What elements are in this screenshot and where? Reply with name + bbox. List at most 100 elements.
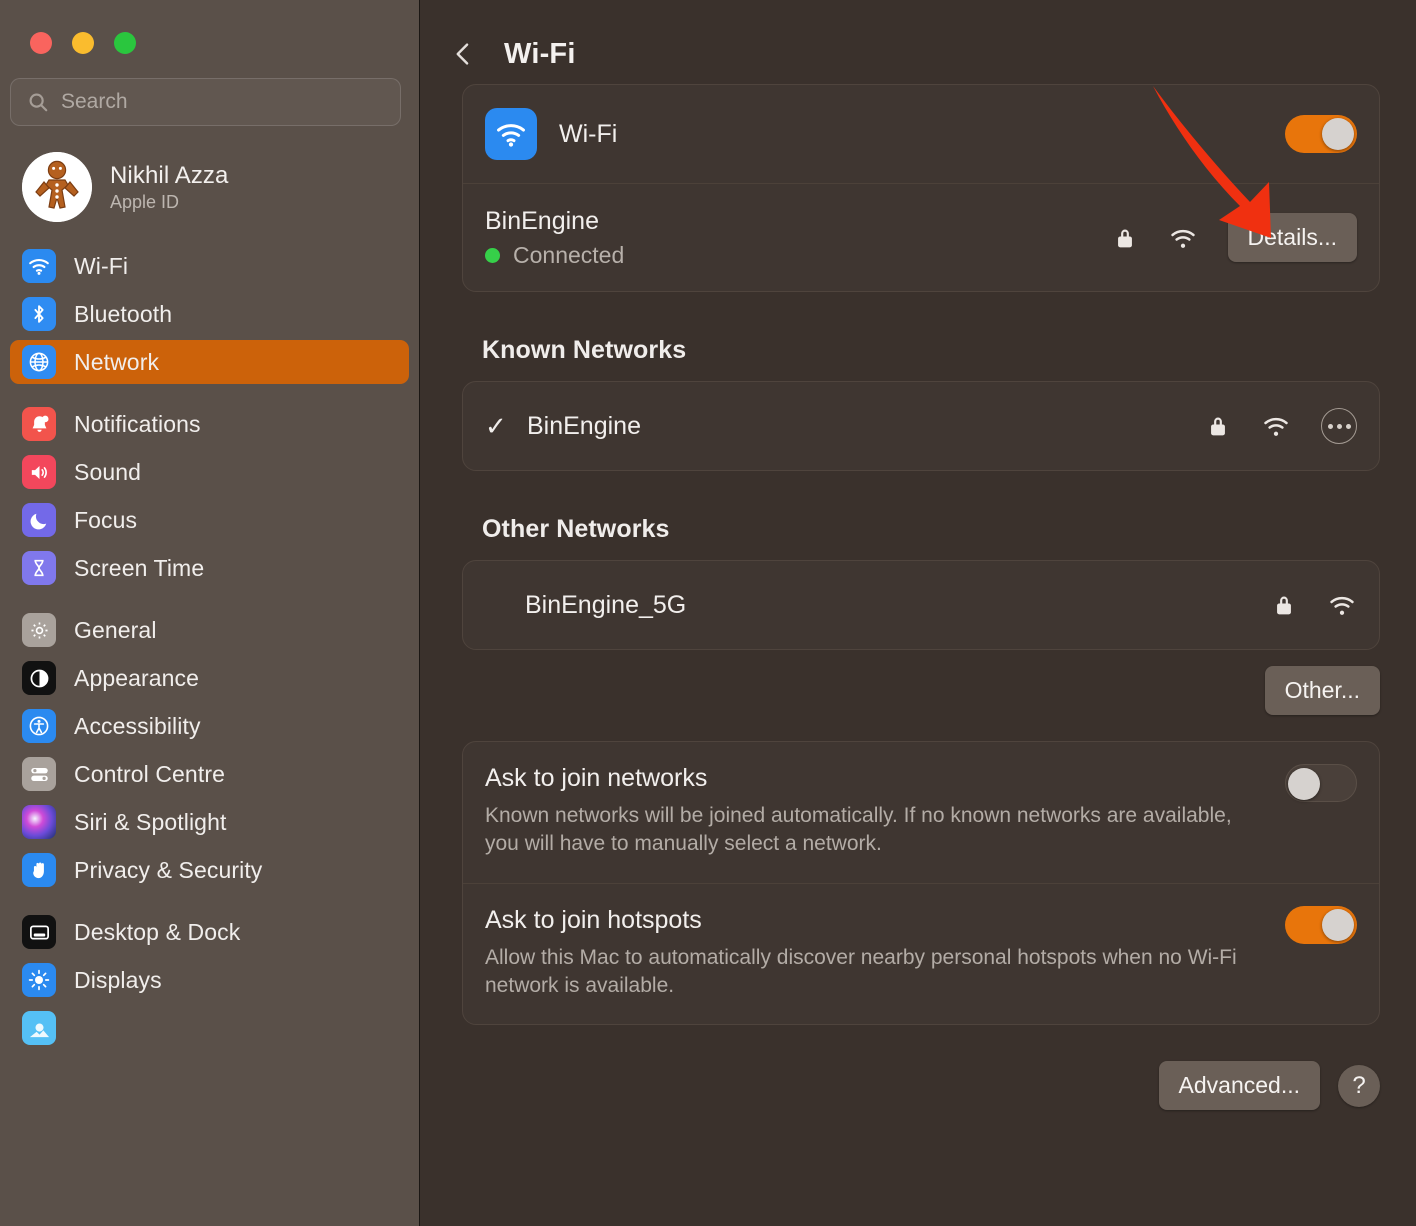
window-traffic-lights [0, 0, 419, 54]
preference-title: Ask to join networks [485, 764, 1257, 793]
sidebar-item-appearance[interactable]: Appearance [10, 656, 409, 700]
sidebar-item-siri-spotlight[interactable]: Siri & Spotlight [10, 800, 409, 844]
preferences-card: Ask to join networks Known networks will… [462, 741, 1380, 1025]
sidebar: Search [0, 0, 420, 1226]
sidebar-item-label: Appearance [74, 665, 199, 692]
sidebar-item-label: Focus [74, 507, 137, 534]
siri-icon [22, 805, 56, 839]
ask-to-join-hotspots-row: Ask to join hotspots Allow this Mac to a… [463, 883, 1379, 1025]
brightness-icon [22, 963, 56, 997]
connection-status: Connected [485, 242, 624, 269]
sidebar-group-system: Notifications Sound [10, 402, 409, 590]
lock-icon [1205, 413, 1231, 439]
main-header: Wi-Fi [420, 0, 1416, 84]
wallpaper-icon [22, 1011, 56, 1045]
gear-icon [22, 613, 56, 647]
sidebar-item-label: Screen Time [74, 555, 204, 582]
table-row[interactable]: BinEngine_5G [463, 561, 1379, 649]
sidebar-item-control-centre[interactable]: Control Centre [10, 752, 409, 796]
other-button[interactable]: Other... [1265, 666, 1380, 715]
wifi-label: Wi-Fi [559, 120, 617, 149]
avatar [22, 152, 92, 222]
desktop-dock-icon [22, 915, 56, 949]
sidebar-item-bluetooth[interactable]: Bluetooth [10, 292, 409, 336]
details-button[interactable]: Details... [1228, 213, 1357, 262]
main-content: Wi-Fi BinEngine Connected [420, 84, 1416, 1110]
sidebar-item-sound[interactable]: Sound [10, 450, 409, 494]
sidebar-item-network[interactable]: Network [10, 340, 409, 384]
sidebar-item-screen-time[interactable]: Screen Time [10, 546, 409, 590]
sidebar-item-label: Accessibility [74, 713, 201, 740]
lock-icon [1112, 225, 1138, 251]
footer-buttons: Advanced... ? [462, 1061, 1380, 1110]
sidebar-item-label: Bluetooth [74, 301, 172, 328]
search-input[interactable]: Search [10, 78, 401, 126]
account-subtitle: Apple ID [110, 192, 228, 213]
zoom-button[interactable] [114, 32, 136, 54]
minimize-button[interactable] [72, 32, 94, 54]
sidebar-item-displays[interactable]: Displays [10, 958, 409, 1002]
other-networks-heading: Other Networks [482, 515, 1380, 544]
advanced-button[interactable]: Advanced... [1159, 1061, 1320, 1110]
sidebar-group-preferences: General Appearance [10, 608, 409, 892]
page-title: Wi-Fi [504, 38, 576, 71]
close-button[interactable] [30, 32, 52, 54]
known-network-name: BinEngine [527, 412, 641, 441]
control-centre-icon [22, 757, 56, 791]
sidebar-item-label: Notifications [74, 411, 201, 438]
sidebar-item-label: Wi-Fi [74, 253, 128, 280]
sidebar-item-privacy-security[interactable]: Privacy & Security [10, 848, 409, 892]
hourglass-icon [22, 551, 56, 585]
sidebar-item-label: Siri & Spotlight [74, 809, 226, 836]
search-container: Search [0, 54, 419, 126]
status-dot [485, 248, 500, 263]
sidebar-item-label: Network [74, 349, 159, 376]
sidebar-item-general[interactable]: General [10, 608, 409, 652]
ask-to-join-hotspots-toggle[interactable] [1285, 906, 1357, 944]
known-networks-card: ✓ BinEngine [462, 381, 1380, 471]
preference-description: Known networks will be joined automatica… [485, 802, 1245, 859]
other-button-container: Other... [462, 666, 1380, 715]
moon-icon [22, 503, 56, 537]
known-networks-heading: Known Networks [482, 336, 1380, 365]
connected-network-name: BinEngine [485, 207, 624, 236]
sidebar-nav: Wi-Fi Bluetooth [0, 244, 419, 1050]
wifi-signal-icon [1327, 590, 1357, 620]
hand-icon [22, 853, 56, 887]
help-button[interactable]: ? [1338, 1065, 1380, 1107]
sidebar-group-connectivity: Wi-Fi Bluetooth [10, 244, 409, 384]
sidebar-item-label: General [74, 617, 157, 644]
status-label: Connected [513, 242, 624, 269]
back-button[interactable] [448, 37, 478, 71]
connected-network-actions: Details... [1112, 213, 1357, 262]
sidebar-item-wifi[interactable]: Wi-Fi [10, 244, 409, 288]
sidebar-item-accessibility[interactable]: Accessibility [10, 704, 409, 748]
known-network-actions [1205, 408, 1357, 444]
other-network-actions [1271, 590, 1357, 620]
wifi-signal-icon [1261, 411, 1291, 441]
preference-description: Allow this Mac to automatically discover… [485, 944, 1245, 1001]
ask-to-join-networks-row: Ask to join networks Known networks will… [463, 742, 1379, 883]
sidebar-item-label: Control Centre [74, 761, 225, 788]
sidebar-item-desktop-dock[interactable]: Desktop & Dock [10, 910, 409, 954]
main-panel: Wi-Fi Wi-Fi B [420, 0, 1416, 1226]
sidebar-item-label: Desktop & Dock [74, 919, 240, 946]
wifi-toggle[interactable] [1285, 115, 1357, 153]
sidebar-item-label: Privacy & Security [74, 857, 262, 884]
connected-network-row: BinEngine Connected [463, 183, 1379, 291]
apple-id-account-item[interactable]: Nikhil Azza Apple ID [0, 126, 419, 244]
wifi-signal-icon [1168, 223, 1198, 253]
speaker-icon [22, 455, 56, 489]
sidebar-item-notifications[interactable]: Notifications [10, 402, 409, 446]
ask-to-join-networks-toggle[interactable] [1285, 764, 1357, 802]
sidebar-item-partial[interactable] [10, 1006, 409, 1050]
ask-to-join-networks-text: Ask to join networks Known networks will… [485, 764, 1285, 859]
more-options-icon[interactable] [1321, 408, 1357, 444]
sidebar-item-focus[interactable]: Focus [10, 498, 409, 542]
wifi-icon [22, 249, 56, 283]
lock-icon [1271, 592, 1297, 618]
search-placeholder: Search [61, 90, 128, 114]
bluetooth-icon [22, 297, 56, 331]
sidebar-item-label: Sound [74, 459, 141, 486]
table-row[interactable]: ✓ BinEngine [463, 382, 1379, 470]
